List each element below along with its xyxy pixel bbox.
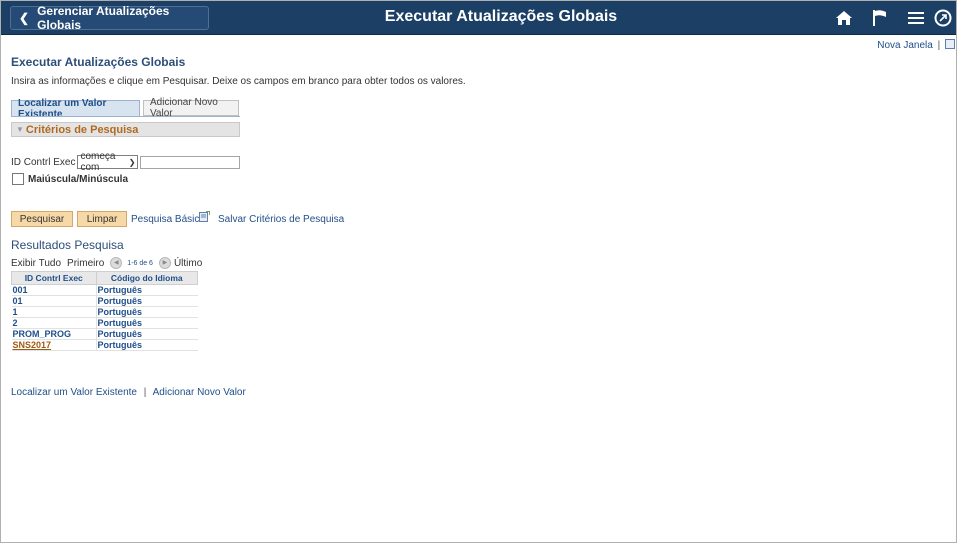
- criteria-row: ID Contrl Exec começa com ❯: [11, 151, 241, 173]
- row-id[interactable]: 001: [11, 284, 96, 296]
- flag-icon[interactable]: [862, 1, 898, 34]
- separator: |: [937, 40, 941, 51]
- value-input[interactable]: [140, 155, 241, 169]
- tab-add-new[interactable]: Adicionar Novo Valor: [143, 97, 239, 119]
- row-id[interactable]: PROM_PROG: [11, 328, 96, 340]
- operator-value: começa com: [80, 151, 116, 173]
- column-header[interactable]: Código do Idioma: [95, 271, 198, 285]
- instructions: Insira as informações e clique em Pesqui…: [11, 76, 466, 87]
- menu-icon[interactable]: [898, 1, 934, 34]
- table-row[interactable]: PROM_PROG Português: [11, 328, 198, 340]
- search-criteria-title: Critérios de Pesquisa: [25, 123, 139, 136]
- row-id[interactable]: 01: [11, 295, 96, 307]
- chevron-left-icon: ❮: [19, 11, 30, 25]
- results-count: 1-6 de 6: [127, 259, 153, 267]
- row-id[interactable]: 1: [11, 306, 96, 318]
- new-window-area: Nova Janela |: [877, 39, 955, 51]
- save-criteria-icon[interactable]: [199, 211, 210, 222]
- row-language[interactable]: Português: [95, 284, 198, 296]
- table-row[interactable]: 001 Português: [11, 284, 198, 296]
- previous-icon[interactable]: ◀: [110, 257, 123, 269]
- footer-separator: |: [143, 387, 147, 398]
- row-id[interactable]: SNS2017: [11, 339, 96, 351]
- row-id[interactable]: 2: [11, 317, 96, 329]
- column-header[interactable]: ID Contrl Exec: [11, 271, 97, 285]
- new-window-link[interactable]: Nova Janela: [877, 40, 933, 51]
- view-all-link[interactable]: Exibir Tudo: [11, 258, 61, 269]
- results-title: Resultados Pesquisa: [11, 238, 124, 252]
- row-language[interactable]: Português: [95, 339, 198, 351]
- row-language[interactable]: Português: [95, 295, 198, 307]
- table-row[interactable]: 2 Português: [11, 317, 198, 329]
- save-criteria-link[interactable]: Salvar Critérios de Pesquisa: [218, 214, 344, 225]
- tab-divider: [11, 116, 240, 117]
- page-icon[interactable]: [945, 39, 955, 49]
- search-button[interactable]: Pesquisar: [11, 211, 73, 227]
- tab-bar: Localizar um Valor Existente Adicionar N…: [11, 97, 239, 120]
- row-language[interactable]: Português: [95, 317, 198, 329]
- search-criteria-header[interactable]: ▼ Critérios de Pesquisa: [11, 122, 240, 137]
- case-sensitive-row: Maiúscula/Minúscula: [12, 173, 128, 185]
- table-header-row: ID Contrl Exec Código do Idioma: [11, 271, 198, 285]
- page-title: Executar Atualizações Globais: [11, 55, 186, 69]
- basic-search-link[interactable]: Pesquisa Básica: [131, 214, 205, 225]
- clear-button[interactable]: Limpar: [77, 211, 127, 227]
- navbar-icon[interactable]: [934, 1, 956, 34]
- results-navigation: Exibir Tudo Primeiro ◀ 1-6 de 6 ▶ Último: [11, 257, 202, 269]
- footer-links: Localizar um Valor Existente | Adicionar…: [11, 387, 246, 398]
- table-row[interactable]: SNS2017 Português: [11, 339, 198, 351]
- chevron-down-icon: ❯: [128, 157, 136, 167]
- tab-find-existing[interactable]: Localizar um Valor Existente: [11, 98, 140, 120]
- triangle-down-icon: ▼: [16, 125, 24, 134]
- last-label: Último: [173, 257, 203, 269]
- home-icon[interactable]: [826, 1, 862, 34]
- operator-select[interactable]: começa com ❯: [77, 151, 139, 173]
- next-icon[interactable]: ▶: [158, 257, 171, 269]
- back-button[interactable]: ❮ Gerenciar Atualizações Globais: [10, 4, 209, 32]
- footer-add-new-link[interactable]: Adicionar Novo Valor: [153, 387, 246, 398]
- row-language[interactable]: Português: [95, 306, 198, 318]
- table-row[interactable]: 01 Português: [11, 295, 198, 307]
- table-row[interactable]: 1 Português: [11, 306, 198, 318]
- banner-actions: [826, 1, 956, 34]
- case-sensitive-label: Maiúscula/Minúscula: [28, 173, 129, 185]
- first-label: Primeiro: [67, 257, 105, 269]
- field-label: ID Contrl Exec: [11, 156, 76, 168]
- footer-find-existing-link[interactable]: Localizar um Valor Existente: [11, 387, 137, 398]
- results-table: ID Contrl Exec Código do Idioma 001 Portu…: [11, 271, 198, 351]
- banner-title: Executar Atualizações Globais: [384, 8, 618, 25]
- row-language[interactable]: Português: [95, 328, 198, 340]
- top-banner: ❮ Gerenciar Atualizações Globais Executa…: [1, 1, 956, 35]
- back-button-label: Gerenciar Atualizações Globais: [37, 4, 170, 32]
- case-sensitive-checkbox[interactable]: [12, 173, 24, 185]
